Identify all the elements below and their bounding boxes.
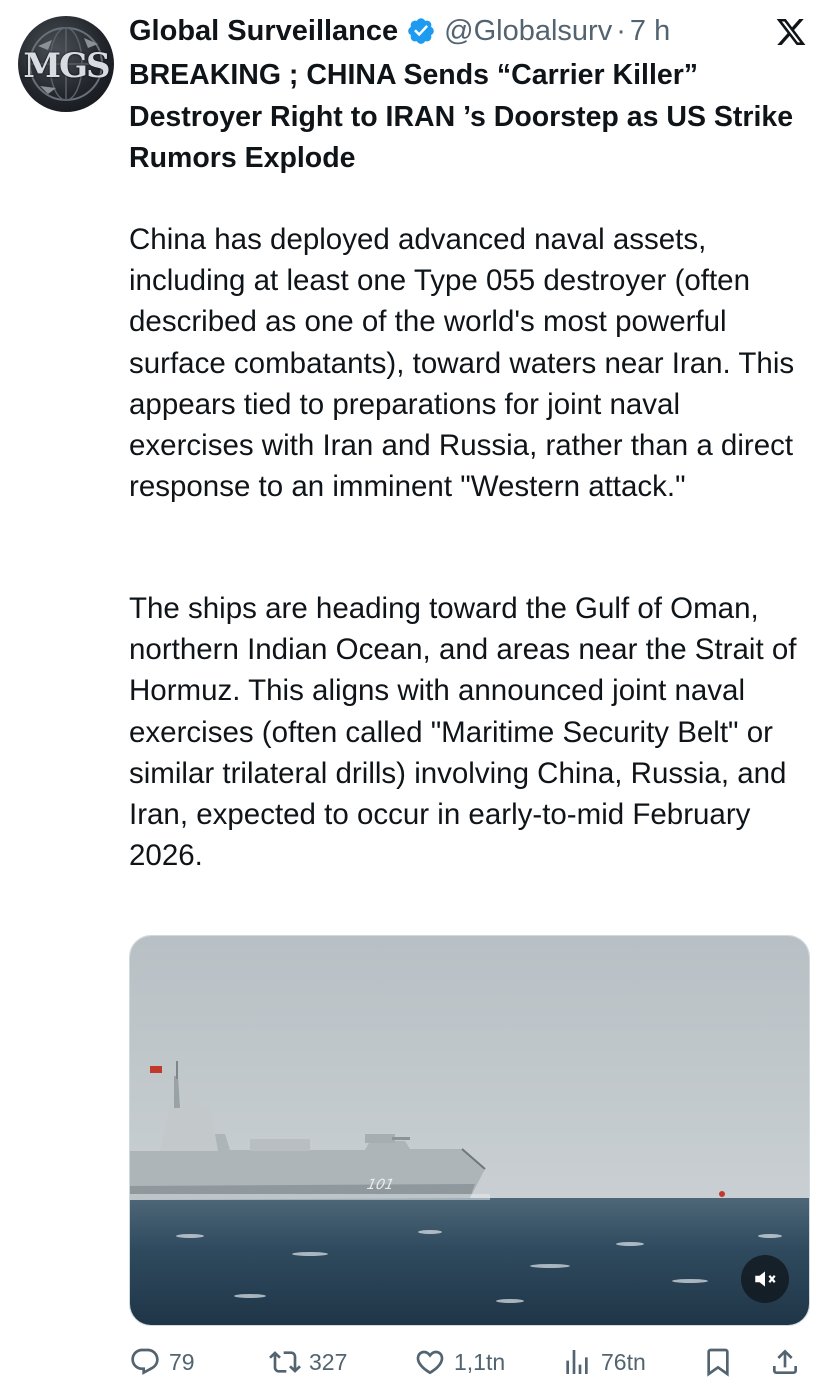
tweet: MGS Global Surveillance @Globalsurv · 7 … [0,0,828,1398]
repost-count: 327 [309,1348,348,1375]
avatar[interactable]: MGS [18,16,114,112]
author-handle[interactable]: @Globalsurv [444,15,612,48]
bookmark-icon [707,1348,729,1377]
post-paragraph-2: The ships are heading toward the Gulf of… [129,592,797,873]
header-separator: · [616,14,626,47]
avatar-initials: MGS [23,46,110,86]
post-paragraph-1: China has deployed advanced naval assets… [129,223,795,504]
post-timestamp[interactable]: 7 h [630,15,670,48]
bookmark-button[interactable] [702,1340,734,1384]
speaker-muted-icon [755,1271,776,1287]
x-logo-icon[interactable] [774,16,808,48]
like-count: 1,1tn [454,1348,506,1375]
post-video[interactable]: 101 [129,935,810,1326]
share-icon [773,1349,797,1374]
destroyer-at-sea-image: 101 [130,936,809,1325]
views-chart-icon [566,1350,588,1374]
like-button[interactable]: 1,1tn [414,1340,505,1384]
tweet-header: Global Surveillance @Globalsurv · 7 h [129,12,814,50]
reply-icon [131,1348,159,1375]
reply-button[interactable]: 79 [129,1340,195,1384]
hull-number: 101 [365,1177,395,1193]
repost-icon [269,1351,301,1373]
action-bar: 79 327 1,1tn 76tn [129,1340,809,1384]
verified-badge-icon [408,18,434,44]
views-count: 76tn [601,1348,646,1375]
mute-button[interactable] [741,1255,789,1303]
views-button[interactable]: 76tn [561,1340,646,1384]
author-display-name[interactable]: Global Surveillance [129,15,398,48]
share-button[interactable] [769,1340,801,1384]
reply-count: 79 [169,1348,195,1375]
repost-button[interactable]: 327 [269,1340,347,1384]
post-headline: BREAKING ; CHINA Sends “Carrier Killer” … [129,59,794,174]
heart-icon [416,1350,444,1375]
